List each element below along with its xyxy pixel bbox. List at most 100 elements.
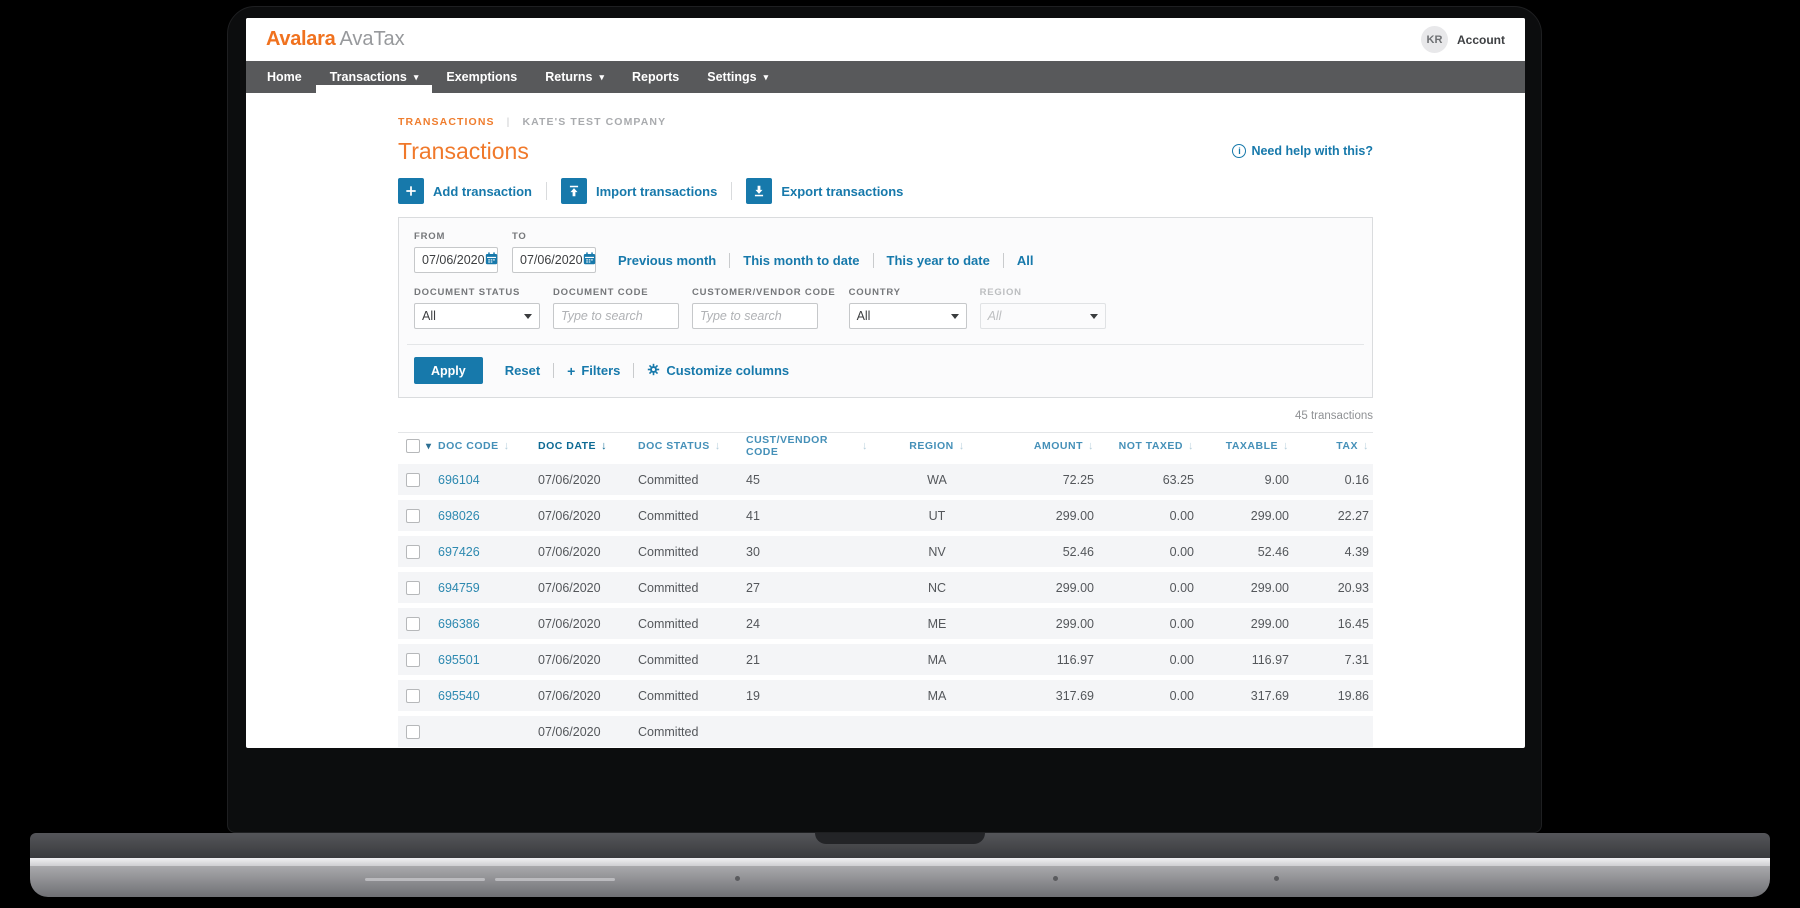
logo-avalara-text: Avalara [266,28,335,51]
row-checkbox[interactable] [406,581,420,595]
doc-status-cell: Committed [638,689,746,703]
document-code-input[interactable] [561,309,671,323]
from-date-input[interactable]: 07/06/2020 [414,247,498,273]
column-header-doc-date[interactable]: DOC DATE↓ [538,440,638,452]
nav-item-reports[interactable]: Reports [618,61,693,93]
country-select[interactable]: All [849,303,967,329]
nav-label: Reports [632,70,679,84]
customize-columns-button[interactable]: Customize columns [647,363,789,379]
doc-code-link[interactable]: 696386 [438,617,480,631]
nav-item-exemptions[interactable]: Exemptions [432,61,531,93]
help-label: Need help with this? [1251,144,1373,158]
doc-status-cell: Committed [638,473,746,487]
add-transaction-button[interactable]: Add transaction [398,178,532,204]
customize-columns-label: Customize columns [666,363,789,378]
account-label[interactable]: Account [1457,33,1505,47]
sort-icon: ↓ [1088,440,1094,452]
customer-vendor-code-input[interactable] [700,309,810,323]
app-header: Avalara AvaTax KR Account [246,18,1525,61]
document-code-label: DOCUMENT CODE [553,287,679,298]
column-header-cust-vendor-code[interactable]: CUST/VENDOR CODE↓ [746,434,868,458]
row-checkbox[interactable] [406,725,420,739]
to-date-field: TO 07/06/2020 [512,231,596,273]
nav-label: Returns [545,70,592,84]
column-header-doc-status[interactable]: DOC STATUS ↓ [638,440,746,452]
filters-button[interactable]: + Filters [567,363,620,379]
row-checkbox[interactable] [406,509,420,523]
help-link[interactable]: i Need help with this? [1232,144,1373,158]
column-header-region[interactable]: REGION↓ [868,440,1006,452]
tax-cell: 19.86 [1293,689,1373,703]
doc-code-link[interactable]: 695501 [438,653,480,667]
region-label: REGION [980,287,1106,298]
quick-link-all[interactable]: All [1017,253,1034,268]
amount-cell: 52.46 [1006,545,1098,559]
row-checkbox[interactable] [406,545,420,559]
calendar-icon[interactable] [583,252,596,268]
quick-link-year-to-date[interactable]: This year to date [887,253,990,268]
row-select-cell [398,617,438,631]
column-header-not-taxed[interactable]: NOT TAXED↓ [1098,440,1198,452]
not-taxed-cell: 0.00 [1098,581,1198,595]
filter-fields-row: DOCUMENT STATUS All DOCUMENT CODE CU [414,287,1357,329]
nav-item-returns[interactable]: Returns ▾ [531,61,618,93]
chevron-down-icon[interactable]: ▾ [426,441,432,452]
sort-icon: ↓ [715,440,721,452]
column-label: CUST/VENDOR CODE [746,434,857,458]
breadcrumb-divider: | [507,116,511,128]
reset-button[interactable]: Reset [505,363,540,378]
avatar[interactable]: KR [1421,26,1448,53]
avalara-logo[interactable]: Avalara AvaTax [266,28,405,51]
table-header-row: ▾ DOC CODE↓ DOC DATE↓ DOC STATUS ↓ CUST/V… [398,432,1373,459]
taxable-cell: 317.69 [1198,689,1293,703]
nav-item-home[interactable]: Home [253,61,316,93]
account-menu[interactable]: KR Account [1421,26,1505,53]
table-row-partial: 07/06/2020 Committed [398,716,1373,747]
customer-vendor-code-field: CUSTOMER/VENDOR CODE [692,287,836,329]
document-status-select[interactable]: All [414,303,540,329]
row-checkbox[interactable] [406,617,420,631]
quick-link-month-to-date[interactable]: This month to date [743,253,859,268]
plus-icon: + [567,363,575,379]
document-code-field: DOCUMENT CODE [553,287,679,329]
cust-vendor-code-cell: 24 [746,617,868,631]
not-taxed-cell: 0.00 [1098,653,1198,667]
calendar-icon[interactable] [485,252,498,268]
column-header-tax[interactable]: TAX↓ [1293,440,1373,452]
export-transactions-button[interactable]: Export transactions [746,178,903,204]
apply-button[interactable]: Apply [414,357,483,384]
doc-code-link[interactable]: 698026 [438,509,480,523]
doc-code-link[interactable]: 697426 [438,545,480,559]
nav-item-settings[interactable]: Settings ▾ [693,61,782,93]
row-checkbox[interactable] [406,689,420,703]
breadcrumb-transactions[interactable]: TRANSACTIONS [398,116,495,128]
column-label: DOC STATUS [638,440,710,452]
doc-code-link[interactable]: 696104 [438,473,480,487]
column-header-amount[interactable]: AMOUNT↓ [1006,440,1098,452]
doc-date-cell: 07/06/2020 [538,653,638,667]
to-date-input[interactable]: 07/06/2020 [512,247,596,273]
page-title: Transactions [398,138,529,165]
table-row: 697426 07/06/2020 Committed 30 NV 52.46 … [398,536,1373,567]
doc-status-cell: Committed [638,545,746,559]
region-cell: UT [868,509,1006,523]
breadcrumb: TRANSACTIONS | KATE'S TEST COMPANY [398,116,1373,128]
document-code-box [553,303,679,329]
select-all-checkbox[interactable] [406,439,420,453]
row-checkbox[interactable] [406,473,420,487]
import-transactions-button[interactable]: Import transactions [561,178,717,204]
row-select-cell [398,545,438,559]
column-header-doc-code[interactable]: DOC CODE↓ [438,440,538,452]
doc-code-link[interactable]: 694759 [438,581,480,595]
column-header-taxable[interactable]: TAXABLE↓ [1198,440,1293,452]
amount-cell: 299.00 [1006,509,1098,523]
cust-vendor-code-cell: 27 [746,581,868,595]
nav-item-transactions[interactable]: Transactions ▾ [316,61,433,93]
info-icon: i [1232,144,1246,158]
doc-code-link[interactable]: 695540 [438,689,480,703]
row-checkbox[interactable] [406,653,420,667]
quick-link-previous-month[interactable]: Previous month [618,253,716,268]
tax-cell: 20.93 [1293,581,1373,595]
doc-status-cell: Committed [638,725,746,739]
column-label: NOT TAXED [1119,440,1183,452]
